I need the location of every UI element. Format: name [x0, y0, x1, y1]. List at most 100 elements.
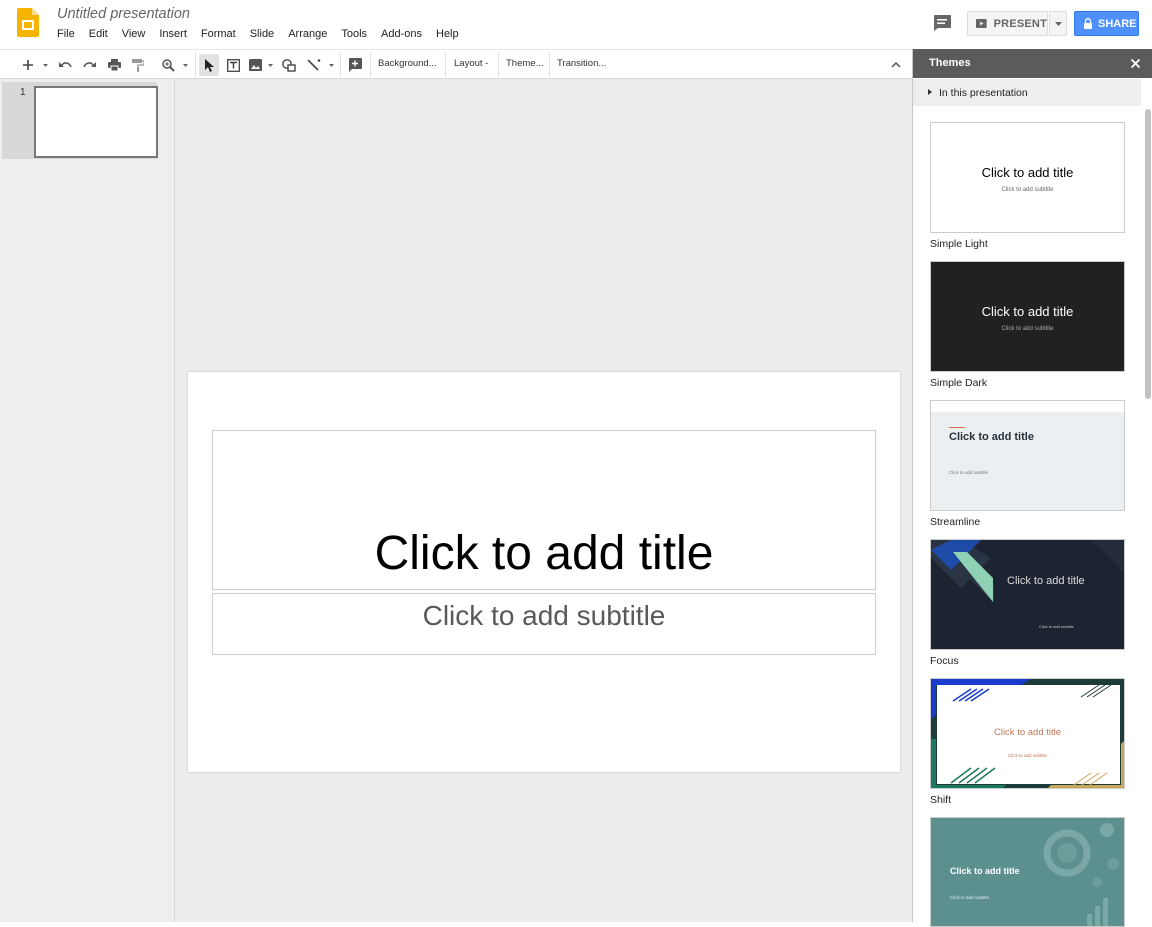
image-dropdown[interactable]: [265, 54, 275, 76]
toolbar: Background... Layout - Theme... Transiti…: [0, 49, 912, 79]
redo-button[interactable]: [79, 54, 99, 76]
app-header: Untitled presentation File Edit View Ins…: [0, 0, 1152, 49]
theme-decoration: [931, 540, 1124, 603]
theme-card-shift[interactable]: Click to add title Click to add subtitle: [930, 678, 1125, 789]
theme-card-subtitle: Click to add subtitle: [1001, 187, 1054, 193]
themes-panel: Themes In this presentation Click to add…: [912, 49, 1152, 927]
section-label: In this presentation: [939, 87, 1028, 99]
present-label: PRESENT: [993, 17, 1047, 30]
themes-panel-header: Themes: [913, 49, 1152, 78]
theme-card-subtitle: Click to add subtitle: [1007, 753, 1048, 758]
text-box-button[interactable]: [223, 54, 243, 76]
slide-thumbnail[interactable]: [34, 86, 158, 158]
current-slide[interactable]: Click to add title Click to add subtitle: [188, 372, 900, 772]
new-slide-layout-dropdown[interactable]: [39, 54, 51, 76]
toolbar-divider: [498, 53, 499, 77]
chevron-down-icon: [1054, 21, 1062, 26]
themes-scrollbar[interactable]: [1145, 109, 1151, 399]
slide-filmstrip: 1: [0, 79, 175, 922]
present-options-button[interactable]: [1049, 11, 1067, 36]
plus-icon: [23, 60, 33, 70]
new-slide-button[interactable]: [18, 54, 38, 76]
add-comment-button[interactable]: [345, 54, 365, 76]
theme-card-streamline[interactable]: Click to add title Click to add subtitle: [930, 400, 1125, 511]
present-button[interactable]: PRESENT: [967, 11, 1048, 36]
menu-insert[interactable]: Insert: [152, 27, 194, 42]
comments-icon[interactable]: [932, 14, 952, 32]
zoom-dropdown[interactable]: [179, 54, 191, 76]
collapse-toolbar-button[interactable]: [886, 54, 906, 76]
caret-down-icon: [182, 63, 188, 67]
transition-button[interactable]: Transition...: [557, 58, 606, 69]
title-placeholder[interactable]: Click to add title: [212, 430, 876, 590]
slide-number: 1: [20, 87, 26, 98]
toolbar-divider: [340, 53, 341, 77]
theme-card-title: Click to add title: [993, 727, 1062, 738]
undo-button[interactable]: [55, 54, 75, 76]
menu-format[interactable]: Format: [194, 27, 243, 42]
caret-down-icon: [267, 63, 273, 67]
theme-card-subtitle: Click to add subtitle: [949, 470, 989, 475]
title-placeholder-text: Click to add title: [374, 527, 714, 580]
theme-name: Focus: [930, 655, 959, 667]
shapes-icon: [282, 58, 296, 72]
menu-bar: File Edit View Insert Format Slide Arran…: [50, 27, 466, 42]
chevron-up-icon: [891, 62, 901, 68]
in-this-presentation-section[interactable]: In this presentation: [913, 79, 1141, 106]
menu-edit[interactable]: Edit: [82, 27, 115, 42]
zoom-icon: [161, 58, 175, 72]
themes-panel-title: Themes: [929, 57, 971, 69]
theme-decoration: [949, 427, 965, 428]
toolbar-divider: [370, 53, 371, 77]
menu-tools[interactable]: Tools: [334, 27, 374, 42]
menu-file[interactable]: File: [50, 27, 82, 42]
slide-thumbnail-row[interactable]: 1: [2, 82, 158, 159]
theme-card-teal[interactable]: Click to add title Click to add subtitle: [930, 817, 1125, 927]
theme-name: Streamline: [930, 516, 981, 528]
select-tool-button[interactable]: [199, 54, 219, 76]
insert-image-button[interactable]: [246, 54, 264, 76]
share-label: SHARE: [1098, 17, 1137, 30]
line-icon: [307, 59, 321, 71]
caret-down-icon: [42, 63, 48, 67]
theme-card-simple-dark[interactable]: Click to add title Click to add subtitle: [930, 261, 1125, 372]
expand-arrow-icon: [928, 89, 932, 95]
subtitle-placeholder-text: Click to add subtitle: [422, 600, 666, 631]
line-tool-button[interactable]: [304, 54, 324, 76]
theme-card-simple-light[interactable]: Click to add title Click to add subtitle: [930, 122, 1125, 233]
layout-button[interactable]: Layout -: [454, 58, 488, 69]
shape-button[interactable]: [279, 54, 299, 76]
zoom-button[interactable]: [158, 54, 178, 76]
redo-icon: [82, 62, 96, 68]
theme-button[interactable]: Theme...: [506, 58, 544, 69]
slides-logo-icon[interactable]: [17, 8, 39, 37]
cursor-arrow-icon: [204, 58, 214, 72]
line-dropdown[interactable]: [326, 54, 336, 76]
theme-card-title: Click to add title: [981, 165, 1074, 180]
paint-format-icon: [132, 58, 144, 72]
paint-format-button[interactable]: [128, 54, 148, 76]
menu-help[interactable]: Help: [429, 27, 466, 42]
toolbar-divider: [549, 53, 550, 77]
image-icon: [248, 59, 262, 71]
toolbar-divider: [195, 53, 196, 77]
menu-view[interactable]: View: [115, 27, 153, 42]
share-button[interactable]: SHARE: [1074, 11, 1139, 36]
theme-card-title: Click to add title: [981, 304, 1074, 319]
theme-card-subtitle: Click to add subtitle: [1001, 326, 1054, 332]
print-button[interactable]: [104, 54, 124, 76]
theme-card-subtitle: Click to add subtitle: [950, 895, 990, 900]
close-icon[interactable]: [1130, 58, 1141, 69]
background-button[interactable]: Background...: [378, 58, 437, 69]
menu-addons[interactable]: Add-ons: [374, 27, 429, 42]
subtitle-placeholder[interactable]: Click to add subtitle: [212, 593, 876, 655]
menu-arrange[interactable]: Arrange: [281, 27, 334, 42]
theme-name: Simple Light: [930, 238, 988, 250]
theme-name: Simple Dark: [930, 377, 988, 389]
menu-slide[interactable]: Slide: [243, 27, 281, 42]
theme-card-focus[interactable]: Click to add title Click to add subtitle: [930, 539, 1125, 650]
add-comment-icon: [349, 58, 362, 72]
print-icon: [107, 59, 121, 71]
document-title[interactable]: Untitled presentation: [57, 6, 190, 22]
theme-card-title: Click to add title: [1007, 575, 1085, 587]
